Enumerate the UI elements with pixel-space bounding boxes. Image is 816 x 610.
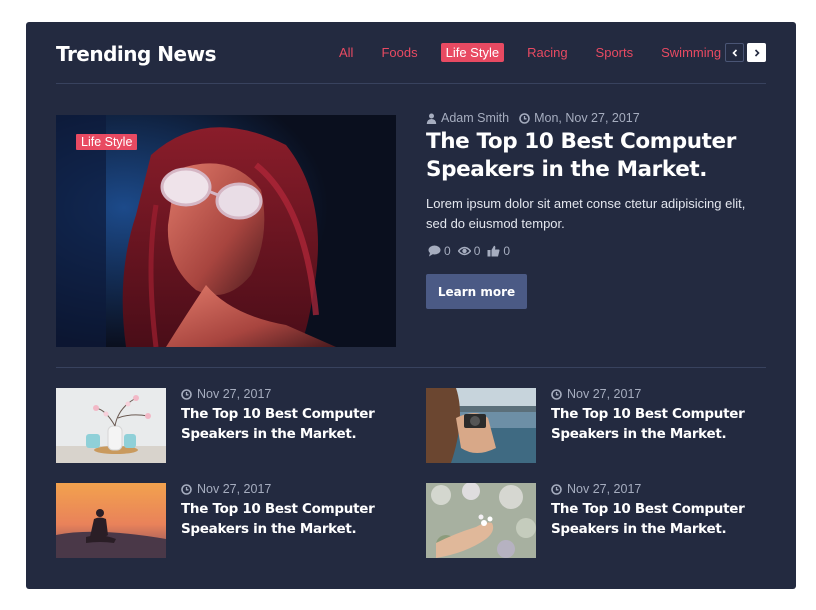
clock-icon [551, 483, 562, 495]
post-thumbnail[interactable] [426, 388, 536, 463]
category-badge[interactable]: Life Style [76, 134, 138, 150]
post-thumbnail[interactable] [56, 483, 166, 558]
post-date: Nov 27, 2017 [551, 387, 641, 401]
tab-sports[interactable]: Sports [591, 43, 639, 62]
chevron-right-icon [754, 48, 760, 57]
blossom-photo [426, 483, 536, 558]
like-count-value: 0 [503, 244, 511, 258]
post-thumbnail[interactable] [56, 388, 166, 463]
featured-meta: Adam Smith Mon, Nov 27, 2017 [426, 111, 650, 125]
list-item[interactable]: Nov 27, 2017 The Top 10 Best Computer Sp… [56, 482, 396, 558]
post-date: Nov 27, 2017 [181, 387, 271, 401]
tab-racing[interactable]: Racing [522, 43, 572, 62]
post-date: Nov 27, 2017 [181, 482, 271, 496]
clock-icon [551, 388, 562, 400]
eye-icon [457, 246, 471, 256]
post-title[interactable]: The Top 10 Best Computer Speakers in the… [181, 499, 396, 539]
camera-photo [426, 388, 536, 463]
like-count: 0 [487, 244, 510, 258]
post-title[interactable]: The Top 10 Best Computer Speakers in the… [181, 404, 396, 444]
post-date-text: Nov 27, 2017 [197, 482, 272, 496]
featured-image[interactable]: Life Style [56, 115, 396, 347]
view-count: 0 [457, 244, 481, 258]
featured-title[interactable]: The Top 10 Best Computer Speakers in the… [426, 128, 766, 184]
featured-date: Mon, Nov 27, 2017 [534, 111, 640, 125]
date-meta: Mon, Nov 27, 2017 [519, 111, 640, 125]
prev-button[interactable] [725, 43, 744, 62]
post-date: Nov 27, 2017 [551, 482, 641, 496]
post-title[interactable]: The Top 10 Best Computer Speakers in the… [551, 499, 766, 539]
list-item[interactable]: Nov 27, 2017 The Top 10 Best Computer Sp… [56, 387, 396, 463]
section-divider [56, 367, 766, 368]
learn-more-button[interactable]: Learn more [426, 274, 527, 309]
category-tabs: All Foods Life Style Racing Sports Swimm… [334, 42, 788, 62]
sunset-photo [56, 483, 166, 558]
trending-news-widget: Trending News All Foods Life Style Racin… [26, 22, 796, 589]
view-count-value: 0 [473, 244, 481, 258]
comment-count: 0 [428, 244, 451, 258]
tab-swimming[interactable]: Swimming [656, 43, 726, 62]
author-name[interactable]: Adam Smith [441, 111, 509, 125]
tab-all[interactable]: All [334, 43, 358, 62]
comment-icon [428, 245, 441, 257]
post-date-text: Nov 27, 2017 [567, 387, 642, 401]
vase-photo [56, 388, 166, 463]
clock-icon [181, 483, 192, 495]
post-date-text: Nov 27, 2017 [567, 482, 642, 496]
widget-title: Trending News [56, 42, 216, 66]
chevron-left-icon [731, 48, 737, 57]
thumbs-up-icon [487, 245, 500, 257]
comment-count-value: 0 [444, 244, 451, 258]
post-date-text: Nov 27, 2017 [197, 387, 272, 401]
clock-icon [519, 112, 530, 124]
tab-life-style[interactable]: Life Style [440, 42, 505, 62]
tab-foods[interactable]: Foods [376, 43, 422, 62]
clock-icon [181, 388, 192, 400]
next-button[interactable] [747, 43, 766, 62]
user-icon [426, 113, 437, 124]
post-title[interactable]: The Top 10 Best Computer Speakers in the… [551, 404, 766, 444]
featured-description: Lorem ipsum dolor sit amet conse ctetur … [426, 196, 746, 231]
list-item[interactable]: Nov 27, 2017 The Top 10 Best Computer Sp… [426, 387, 766, 463]
header-divider [56, 83, 766, 84]
post-thumbnail[interactable] [426, 483, 536, 558]
featured-stats: 0 0 0 [428, 244, 517, 258]
author-meta: Adam Smith [426, 111, 509, 125]
list-item[interactable]: Nov 27, 2017 The Top 10 Best Computer Sp… [426, 482, 766, 558]
